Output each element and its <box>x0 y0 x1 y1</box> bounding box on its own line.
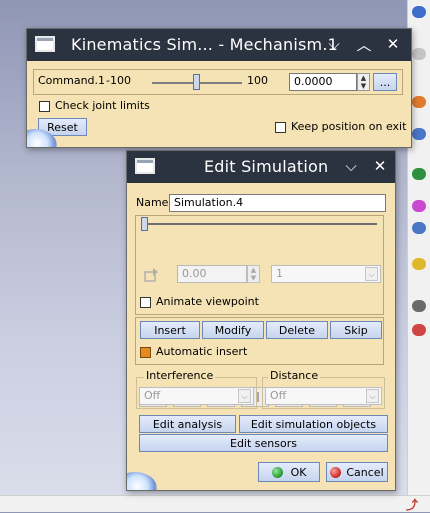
cancel-button[interactable]: Cancel <box>326 462 388 482</box>
slider-min: -100 <box>106 74 131 87</box>
check-joint-limits-checkbox[interactable] <box>39 101 50 112</box>
cancel-label: Cancel <box>346 465 384 479</box>
cancel-icon <box>330 466 342 478</box>
interference-value: Off <box>144 389 161 402</box>
toolbar-icon[interactable] <box>412 168 426 180</box>
step-value-input[interactable]: 0.00 <box>177 265 247 283</box>
ok-icon <box>271 466 283 478</box>
window-icon <box>135 158 155 174</box>
corner-decoration <box>127 472 157 490</box>
automatic-insert-label: Automatic insert <box>156 345 248 358</box>
chevron-down-icon: ⌵ <box>365 267 378 281</box>
edit-simulation-objects-button[interactable]: Edit simulation objects <box>239 415 388 433</box>
toolbar-icon[interactable] <box>412 324 426 336</box>
edit-simulation-window: Edit Simulation ⌵ ✕ Name: Simulation.4 0… <box>126 150 396 491</box>
step-count-value: 1 <box>276 267 283 280</box>
chevron-down-icon: ⌵ <box>238 389 251 403</box>
check-joint-limits-label: Check joint limits <box>55 99 150 112</box>
toolbar-icon[interactable] <box>412 96 426 108</box>
keep-position-label: Keep position on exit <box>291 120 407 133</box>
slider-thumb[interactable] <box>193 74 200 90</box>
timeline-thumb[interactable] <box>141 217 148 231</box>
close-icon[interactable]: ✕ <box>369 155 391 177</box>
toolbar-icon[interactable] <box>412 258 426 270</box>
edit-sensors-button[interactable]: Edit sensors <box>139 434 388 452</box>
toolbar-icon[interactable] <box>412 200 426 212</box>
interference-dropdown[interactable]: Off ⌵ <box>139 387 254 405</box>
distance-label: Distance <box>268 369 321 382</box>
delete-button[interactable]: Delete <box>266 321 328 339</box>
step-spinner[interactable]: ▲ ▼ <box>247 265 260 283</box>
animate-viewpoint-checkbox[interactable] <box>140 297 151 308</box>
chevron-down-icon[interactable]: ⌵ <box>323 33 345 55</box>
loop-icon[interactable] <box>141 265 161 285</box>
toolbar-icon[interactable] <box>412 48 426 60</box>
toolbar-icon[interactable] <box>412 300 426 312</box>
chevron-down-icon: ⌵ <box>366 389 379 403</box>
kinematics-title: Kinematics Sim... - Mechanism.1 <box>71 35 339 54</box>
modify-button[interactable]: Modify <box>202 321 264 339</box>
interference-label: Interference <box>144 369 216 382</box>
compass-icon: ⤴ <box>405 498 418 512</box>
close-icon[interactable]: ✕ <box>382 33 404 55</box>
toolbar-icon[interactable] <box>412 6 426 18</box>
toolbar-icon[interactable] <box>412 128 426 140</box>
keep-position-checkbox[interactable] <box>275 122 286 133</box>
animate-viewpoint-label: Animate viewpoint <box>156 295 259 308</box>
value-spinner[interactable]: ▲ ▼ <box>357 73 370 91</box>
distance-dropdown[interactable]: Off ⌵ <box>265 387 382 405</box>
name-label: Name: <box>136 196 173 209</box>
more-button[interactable]: ... <box>373 73 397 91</box>
command-value-input[interactable]: 0.0000 <box>289 73 357 91</box>
kinematics-window: Kinematics Sim... - Mechanism.1 ⌵ ︿ ✕ Co… <box>26 28 412 148</box>
status-bar: ⤴ <box>0 495 430 512</box>
edit-title: Edit Simulation <box>204 157 329 176</box>
window-icon <box>35 36 55 52</box>
step-count-dropdown[interactable]: 1 ⌵ <box>271 265 381 283</box>
edit-analysis-button[interactable]: Edit analysis <box>139 415 236 433</box>
chevron-down-icon[interactable]: ⌵ <box>340 155 362 177</box>
slider-max: 100 <box>247 74 268 87</box>
kinematics-titlebar[interactable]: Kinematics Sim... - Mechanism.1 ⌵ ︿ ✕ <box>27 29 411 61</box>
skip-button[interactable]: Skip <box>330 321 382 339</box>
toolbar-icon[interactable] <box>412 222 426 234</box>
simulation-name-input[interactable]: Simulation.4 <box>169 194 386 212</box>
automatic-insert-checkbox[interactable] <box>140 347 151 358</box>
command-label: Command.1 <box>38 74 106 87</box>
ok-button[interactable]: OK <box>258 462 320 482</box>
distance-value: Off <box>270 389 287 402</box>
ok-label: OK <box>290 465 307 479</box>
insert-button[interactable]: Insert <box>140 321 200 339</box>
timeline-slider[interactable] <box>141 223 377 225</box>
chevron-up-icon[interactable]: ︿ <box>353 33 375 55</box>
edit-titlebar[interactable]: Edit Simulation ⌵ ✕ <box>127 151 395 183</box>
